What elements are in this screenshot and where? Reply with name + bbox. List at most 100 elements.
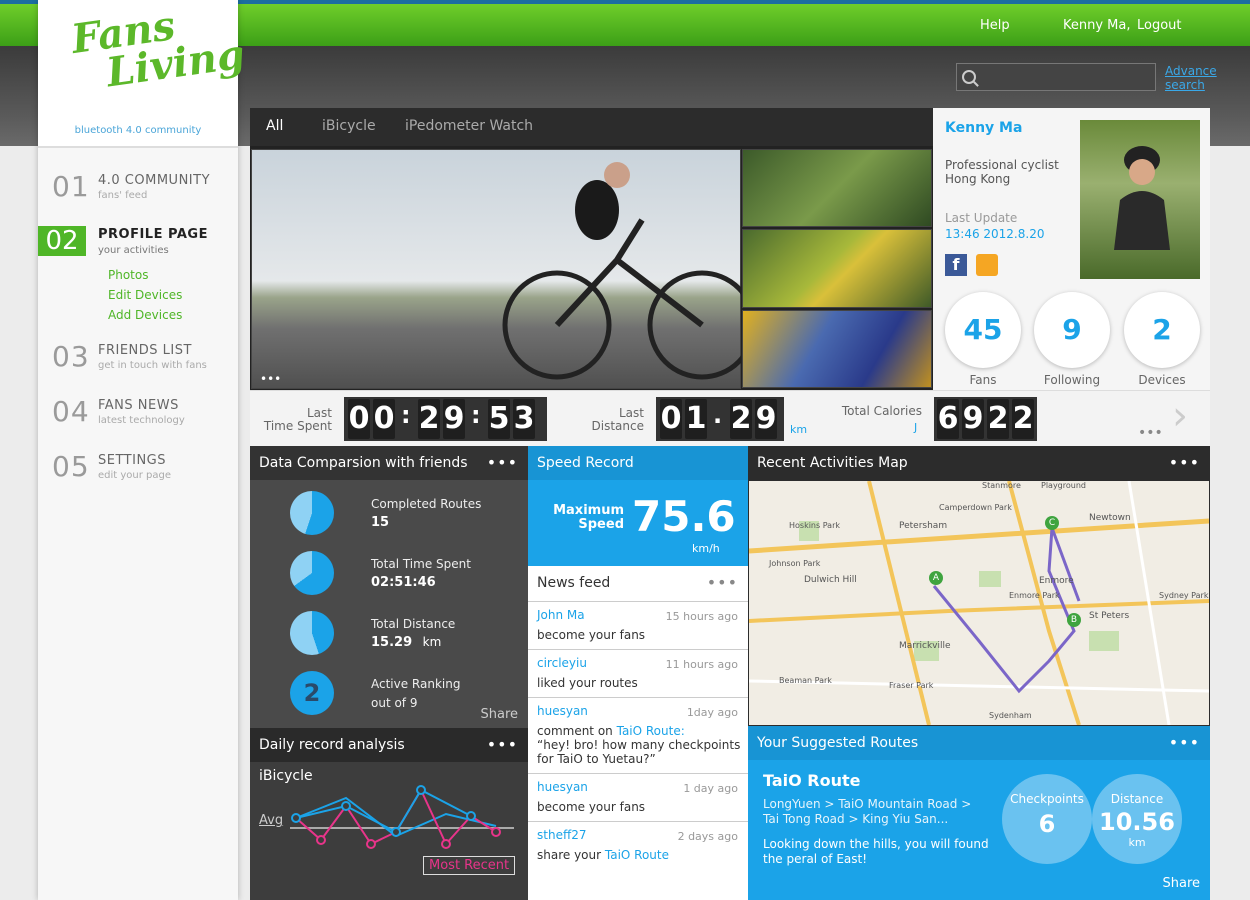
route-path: LongYuen > TaiO Mountain Road > Tai Tong… <box>763 797 972 826</box>
news-item[interactable]: stheff27 2 days ago share your TaiO Rout… <box>528 821 748 869</box>
weibo-icon[interactable] <box>976 254 998 276</box>
news-feed-title: News feed <box>537 575 611 591</box>
devices-count-circle[interactable]: 2 <box>1124 292 1200 368</box>
stats-more-icon[interactable]: ••• <box>1138 425 1163 441</box>
daily-more-icon[interactable]: ••• <box>487 728 518 762</box>
logo-tagline: bluetooth 4.0 community <box>74 125 202 136</box>
fans-count-circle[interactable]: 45 <box>945 292 1021 368</box>
sidebar: Fans Living bluetooth 4.0 community 01 4… <box>38 0 248 900</box>
time-spent-pie <box>290 551 334 595</box>
max-speed-value: 75.6 <box>632 492 736 541</box>
sidebar-sublink-add-devices[interactable]: Add Devices <box>108 308 182 322</box>
suggested-routes-title: Your Suggested Routes <box>757 735 919 751</box>
user-name: Kenny Ma, <box>1063 18 1131 33</box>
logout-link[interactable]: Logout <box>1137 18 1182 33</box>
suggest-share-link[interactable]: Share <box>1162 876 1200 891</box>
stats-bar: Last Time Spent 0 0 : 2 9 : 5 3 Last Dista… <box>250 390 1210 447</box>
sidebar-sublink-edit-devices[interactable]: Edit Devices <box>108 288 182 302</box>
calories-unit: J <box>914 421 918 434</box>
calories-counter: 6 9 2 2 <box>934 397 1037 441</box>
search-input[interactable] <box>979 67 1153 89</box>
map-title: Recent Activities Map <box>757 455 908 471</box>
speed-unit: km/h <box>692 542 720 555</box>
suggest-more-icon[interactable]: ••• <box>1169 726 1200 760</box>
tab-bar: All iBicycle iPedometer Watch <box>250 108 933 146</box>
devices-label: Devices <box>1138 373 1186 387</box>
chevron-right-icon[interactable]: › <box>1172 393 1188 439</box>
daily-line-chart <box>290 785 514 849</box>
tab-ibicycle[interactable]: iBicycle <box>322 118 376 134</box>
profile-avatar <box>1080 120 1200 279</box>
activities-map-panel: Recent Activities Map ••• Stanmore Playg… <box>748 446 1210 726</box>
map-header: Recent Activities Map ••• <box>748 446 1210 480</box>
sidebar-sublink-photos[interactable]: Photos <box>108 268 148 282</box>
thumb-photo-3[interactable] <box>742 310 932 388</box>
most-recent-label: Most Recent <box>423 856 516 875</box>
last-update-value: 13:46 2012.8.20 <box>945 227 1045 241</box>
news-item[interactable]: huesyan 1day ago comment on TaiO Route: “… <box>528 697 748 773</box>
daily-record-panel: Daily record analysis ••• iBicycle Avg M… <box>250 728 528 900</box>
completed-routes-pie <box>290 491 334 535</box>
map-view[interactable]: Stanmore Playground Newtown Petersham Ho… <box>749 481 1209 725</box>
daily-record-title: Daily record analysis <box>259 737 405 753</box>
main-photo[interactable]: ••• <box>251 149 742 389</box>
profile-name: Kenny Ma <box>945 120 1023 136</box>
comparison-share-link[interactable]: Share <box>480 707 518 722</box>
map-marker-c[interactable]: C <box>1045 516 1059 530</box>
route-description: Looking down the hills, you will found t… <box>763 837 989 866</box>
map-marker-b[interactable]: B <box>1067 613 1081 627</box>
search-box <box>956 63 1156 91</box>
route-link[interactable]: TaiO Route: <box>617 724 685 738</box>
comparison-more-icon[interactable]: ••• <box>487 446 518 480</box>
map-marker-a[interactable]: A <box>929 571 943 585</box>
tab-ipedometer-watch[interactable]: iPedometer Watch <box>405 118 533 134</box>
following-label: Following <box>1043 373 1101 387</box>
profile-role: Professional cyclist <box>945 158 1059 172</box>
checkpoints-circle: Checkpoints 6 <box>1002 774 1092 864</box>
news-feed-panel: News feed ••• John Ma 15 hours ago becom… <box>528 566 748 900</box>
time-spent-counter: 0 0 : 2 9 : 5 3 <box>344 397 547 441</box>
thumb-photo-2[interactable] <box>742 229 932 308</box>
search-icon <box>962 70 976 84</box>
ranking-badge: 2 <box>290 671 334 715</box>
suggested-routes-panel: Your Suggested Routes ••• TaiO Route Lon… <box>748 726 1210 900</box>
logo-text: Fans Living <box>68 2 248 97</box>
profile-location: Hong Kong <box>945 172 1011 186</box>
distance-label: Last Distance <box>591 406 644 433</box>
calories-label: Total Calories <box>841 404 922 418</box>
distance-pie <box>290 611 334 655</box>
profile-card: Kenny Ma Professional cyclist Hong Kong … <box>933 108 1210 390</box>
route-name[interactable]: TaiO Route <box>763 771 861 790</box>
news-feed-header: News feed ••• <box>528 566 748 600</box>
speed-record-title: Speed Record <box>537 455 634 471</box>
speed-record-header: Speed Record <box>528 446 748 480</box>
route-link[interactable]: TaiO Route <box>605 848 669 862</box>
facebook-icon[interactable]: f <box>945 254 967 276</box>
logo[interactable]: Fans Living bluetooth 4.0 community <box>38 0 248 148</box>
news-more-icon[interactable]: ••• <box>707 566 738 600</box>
news-item[interactable]: John Ma 15 hours ago become your fans <box>528 601 748 649</box>
photo-gallery: ••• <box>250 146 933 390</box>
fans-label: Fans <box>969 373 997 387</box>
distance-unit: km <box>790 423 808 436</box>
advance-search-link[interactable]: Advance search <box>1165 64 1225 92</box>
news-item[interactable]: huesyan 1 day ago become your fans <box>528 773 748 821</box>
tab-all[interactable]: All <box>266 118 283 134</box>
distance-circle: Distance 10.56 km <box>1092 774 1182 864</box>
speed-record-panel: Speed Record Maximum Speed 75.6 km/h <box>528 446 748 566</box>
gallery-more-icon[interactable]: ••• <box>260 372 281 386</box>
data-comparison-panel: Data Comparsion with friends ••• Complet… <box>250 446 528 728</box>
distance-counter: 0 1 . 2 9 <box>656 397 784 441</box>
map-more-icon[interactable]: ••• <box>1169 446 1200 480</box>
thumb-photo-1[interactable] <box>742 149 932 227</box>
following-count-circle[interactable]: 9 <box>1034 292 1110 368</box>
help-link[interactable]: Help <box>980 18 1010 33</box>
time-spent-label: Last Time Spent <box>263 406 332 433</box>
suggested-routes-header: Your Suggested Routes ••• <box>748 726 1210 760</box>
data-comparison-header: Data Comparsion with friends ••• <box>250 446 528 480</box>
data-comparison-title: Data Comparsion with friends <box>259 455 468 471</box>
last-update-label: Last Update <box>945 211 1018 225</box>
daily-record-header: Daily record analysis ••• <box>250 728 528 762</box>
news-item[interactable]: circleyiu 11 hours ago liked your routes <box>528 649 748 697</box>
max-speed-label: Maximum Speed <box>553 503 624 532</box>
